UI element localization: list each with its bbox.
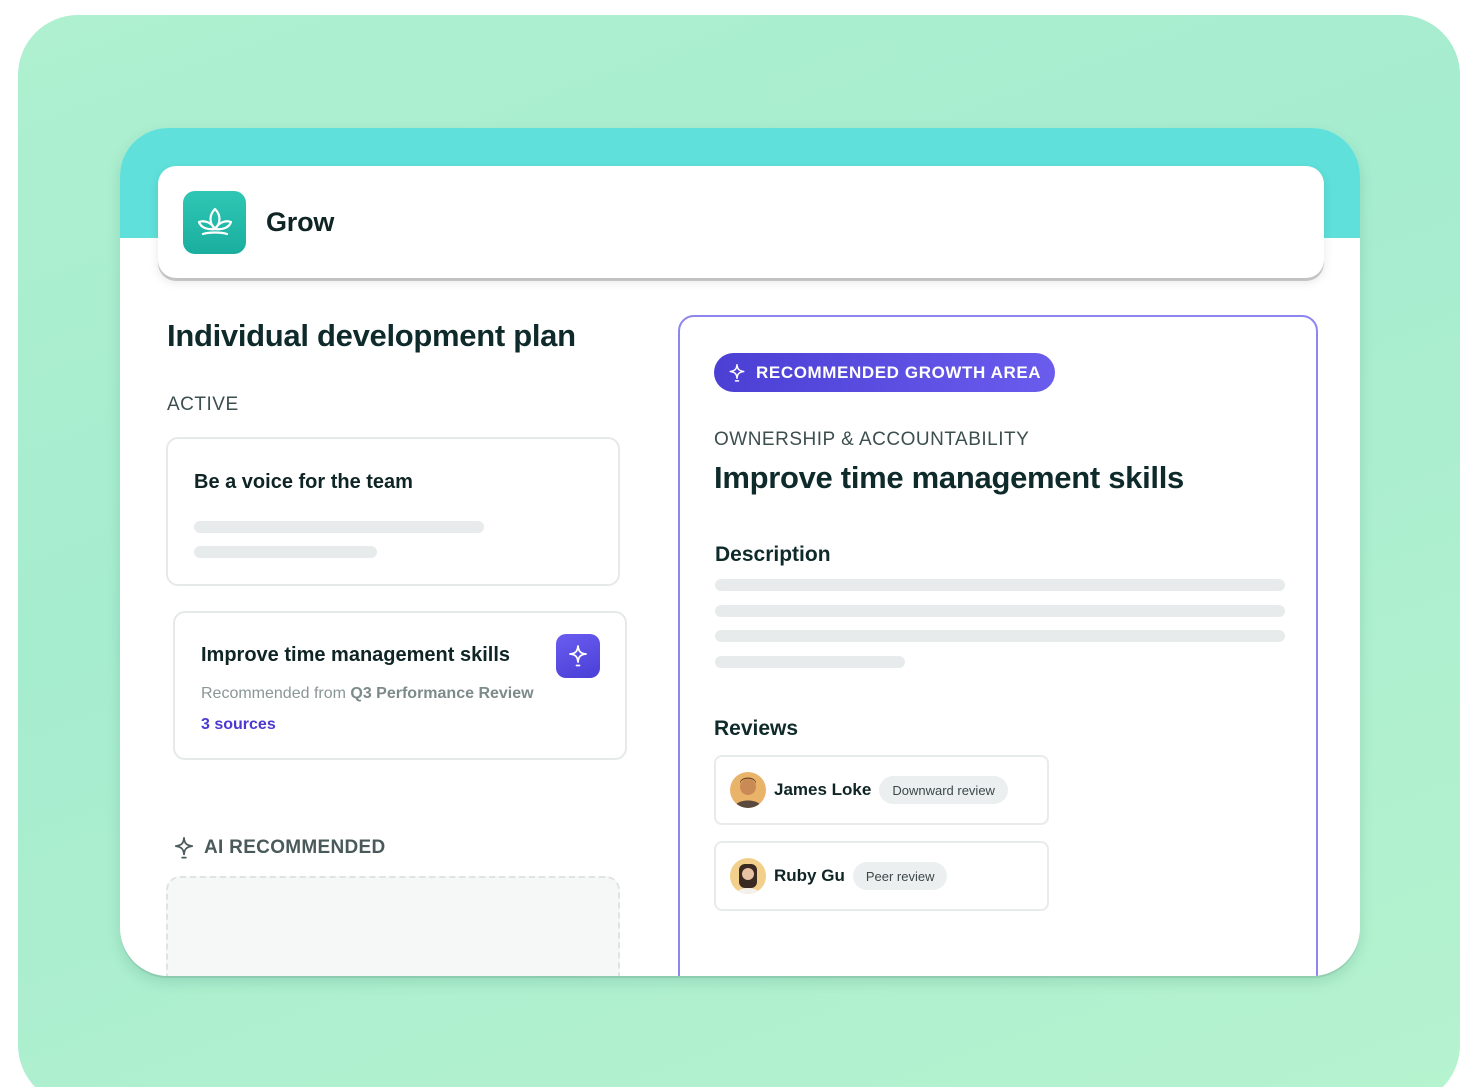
skeleton-line	[715, 579, 1285, 591]
goal-card-recommended[interactable]: Improve time management skills Recommend…	[173, 611, 627, 760]
skeleton-line	[715, 630, 1285, 642]
description-heading: Description	[715, 543, 831, 566]
review-type-tag: Downward review	[879, 776, 1008, 804]
badge-label: RECOMMENDED GROWTH AREA	[756, 362, 1042, 382]
growth-category: OWNERSHIP & ACCOUNTABILITY	[714, 429, 1030, 450]
reviews-heading: Reviews	[714, 717, 799, 740]
ai-recommended-header: AI RECOMMENDED	[173, 836, 386, 860]
skeleton-line	[715, 656, 905, 668]
lotus-icon[interactable]	[183, 190, 246, 254]
recommendation-source: Recommended from Q3 Performance Review	[201, 685, 534, 703]
growth-area-panel: RECOMMENDED GROWTH AREA OWNERSHIP & ACCO…	[678, 315, 1318, 976]
avatar	[730, 858, 766, 894]
avatar	[730, 772, 766, 808]
goal-card[interactable]: Be a voice for the team	[166, 437, 620, 586]
review-type-tag: Peer review	[852, 862, 948, 890]
sparkle-icon	[174, 837, 194, 859]
app-header: Grow	[158, 166, 1324, 278]
reviewer-name: James Loke	[774, 780, 872, 799]
goal-title: Be a voice for the team	[194, 471, 413, 493]
recommendation-source-name: Q3 Performance Review	[350, 685, 534, 702]
growth-area-title: Improve time management skills	[714, 460, 1184, 495]
skeleton-line	[715, 605, 1285, 617]
skeleton-line	[194, 521, 484, 533]
app-window: Grow Individual development plan ACTIVE …	[120, 128, 1360, 976]
sparkle-icon	[556, 634, 600, 678]
section-label-active: ACTIVE	[167, 394, 239, 415]
recommendation-prefix: Recommended from	[201, 685, 351, 702]
review-card[interactable]: James Loke Downward review	[714, 755, 1049, 825]
sources-link[interactable]: 3 sources	[201, 716, 276, 734]
ai-recommended-placeholder	[166, 876, 620, 976]
review-card[interactable]: Ruby Gu Peer review	[714, 841, 1049, 911]
recommended-growth-area-badge: RECOMMENDED GROWTH AREA	[714, 353, 1056, 392]
skeleton-line	[194, 546, 377, 558]
section-label-ai-recommended: AI RECOMMENDED	[204, 837, 386, 858]
app-name: Grow	[266, 206, 335, 237]
sparkle-icon	[729, 363, 745, 382]
page-title: Individual development plan	[167, 318, 576, 353]
reviewer-name: Ruby Gu	[774, 866, 845, 885]
backdrop: Grow Individual development plan ACTIVE …	[18, 15, 1460, 1087]
goal-title: Improve time management skills	[201, 644, 511, 666]
